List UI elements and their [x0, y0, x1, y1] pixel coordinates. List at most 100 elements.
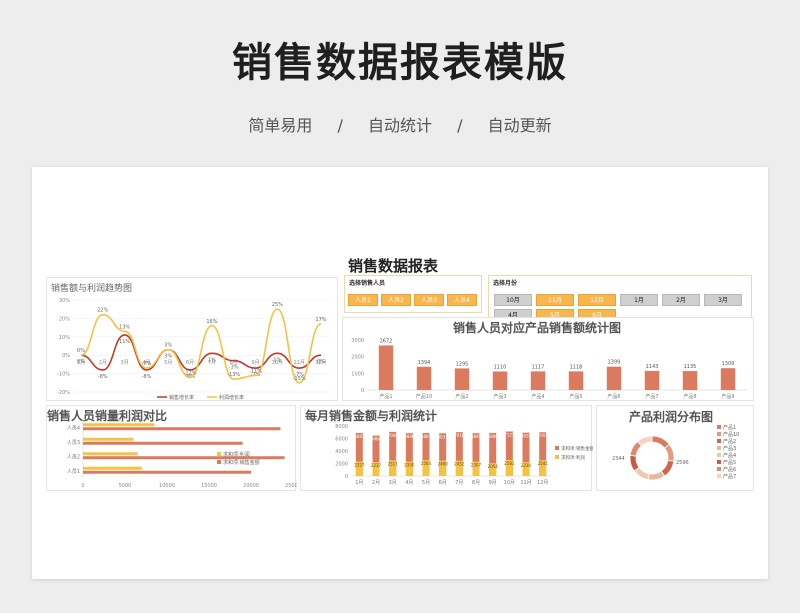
- legend-swatch: [217, 460, 221, 464]
- data-label: 3%: [164, 343, 172, 349]
- data-label: 6886: [488, 434, 499, 439]
- donut-slice: [629, 454, 640, 472]
- data-label: 1309: [722, 361, 735, 367]
- data-label: 7016: [454, 433, 465, 438]
- data-label: 2054: [488, 464, 499, 469]
- x-tick-label: 15000: [201, 483, 217, 489]
- data-label: 0%: [77, 348, 85, 354]
- chip-person-1[interactable]: 人员1: [348, 294, 378, 306]
- y-tick-label: 30%: [59, 298, 70, 304]
- tag-sep: /: [457, 116, 463, 135]
- y-tick-label: 人员3: [67, 440, 80, 446]
- series-line-2: [80, 308, 322, 384]
- chip-month-2[interactable]: 2月: [662, 294, 700, 306]
- data-label: 1118: [570, 364, 583, 370]
- legend-swatch: [555, 455, 559, 459]
- x-tick-label: 3月: [389, 480, 397, 486]
- data-label: 13%: [119, 324, 130, 330]
- x-tick-label: 4月: [405, 480, 413, 486]
- legend-swatch: [217, 452, 221, 456]
- trend-chart: 30%20%10%0%-10%-20%1月 2月 3月 4月 5月 6月 7月 8月 9月 10月…: [57, 298, 329, 401]
- x-tick-label: 5000: [119, 483, 132, 489]
- data-label: 1399: [608, 360, 621, 366]
- bar: [568, 371, 584, 390]
- chip-person-3[interactable]: 人员3: [414, 294, 444, 306]
- chip-month-3[interactable]: 3月: [704, 294, 742, 306]
- data-label: -11%: [249, 368, 262, 374]
- x-tick-label: 8月: [472, 480, 480, 486]
- y-tick-label: 0: [361, 388, 364, 394]
- bar: [83, 441, 243, 445]
- legend-label: 销售增长率: [169, 394, 194, 401]
- person-compare-title: 销售人员销量利润对比: [47, 409, 168, 423]
- tag-sep: /: [337, 116, 343, 135]
- data-label: 2452: [454, 462, 465, 467]
- y-tick-label: 人员4: [67, 425, 80, 431]
- x-tick-label: 12月: [537, 480, 548, 486]
- chip-month-11[interactable]: 11月: [536, 294, 574, 306]
- page-title: 销售数据报表模版: [232, 40, 568, 86]
- profit-dist-title: 产品利润分布图: [629, 410, 714, 424]
- data-label: -8%: [142, 374, 152, 380]
- chip-person-4[interactable]: 人员4: [447, 294, 477, 306]
- x-tick-label: 6月: [186, 360, 194, 366]
- data-label: 2490: [438, 461, 449, 466]
- legend-swatch: [717, 460, 721, 464]
- legend-swatch: [717, 446, 721, 450]
- data-label: 1143: [646, 364, 659, 370]
- data-label: 7001: [538, 433, 549, 438]
- data-label: -12%: [184, 370, 197, 376]
- data-label: 1%: [273, 357, 281, 363]
- trend-chart-panel: 销售额与利润趋势图 30% 20% 10% 0% -10% -20% 1月 2月 3月 4月 5月 6…: [46, 277, 338, 401]
- bar: [83, 427, 281, 431]
- data-label: 6935: [521, 434, 532, 439]
- data-label: 2541: [538, 461, 549, 466]
- donut-slice: [664, 443, 675, 462]
- chip-month-1[interactable]: 1月: [620, 294, 658, 306]
- product-sales-panel: 销售人员对应产品销售额统计图 3000 2000 1000 0 2672 产品1 1394 产…: [342, 317, 754, 401]
- data-label: 0%: [77, 359, 85, 365]
- bar: [644, 370, 660, 390]
- data-label: 1%: [208, 357, 216, 363]
- data-label: 6881: [421, 434, 432, 439]
- data-label: 2237: [371, 463, 382, 468]
- data-label: 1110: [494, 365, 507, 371]
- legend-label: 产品6: [723, 466, 736, 473]
- y-tick-label: 2000: [335, 462, 348, 468]
- bar: [606, 366, 622, 390]
- x-tick-label: 5月: [164, 360, 172, 366]
- product-sales-title: 销售人员对应产品销售额统计图: [453, 321, 622, 335]
- x-tick-label: 产品3: [493, 393, 506, 400]
- data-label: 0%: [317, 359, 325, 365]
- data-label: -15%: [293, 376, 306, 382]
- bar: [83, 452, 138, 456]
- y-tick-label: -20%: [57, 390, 70, 396]
- legend-swatch: [717, 467, 721, 471]
- report-title: 销售数据报表: [348, 257, 439, 275]
- chip-month-12[interactable]: 12月: [578, 294, 616, 306]
- salesperson-selector: 选择销售人员 人员1 人员2 人员3 人员4: [344, 275, 482, 313]
- y-tick-label: 0: [345, 474, 348, 480]
- data-label: 1117: [532, 364, 545, 370]
- data-label: 7060: [388, 433, 399, 438]
- data-label: 16%: [206, 319, 217, 325]
- legend-swatch: [717, 453, 721, 457]
- bar: [682, 371, 698, 390]
- x-tick-label: 产品1: [379, 393, 392, 400]
- data-label: 7121: [504, 432, 515, 437]
- data-label: 2327: [354, 462, 365, 467]
- data-label: 6881: [354, 434, 365, 439]
- x-tick-label: 产品10: [416, 393, 432, 400]
- x-tick-label: 0: [81, 483, 84, 489]
- monthly-title: 每月销售金额与利润统计: [305, 409, 438, 423]
- y-tick-label: 0%: [62, 353, 70, 359]
- legend-label: 产品3: [723, 445, 736, 452]
- x-tick-label: 2月: [372, 480, 380, 486]
- data-label: 2330: [404, 462, 415, 467]
- report-sheet: 销售数据报表 销售额与利润趋势图 30% 20% 10% 0% -10% -20% 1月 2月…: [32, 167, 768, 579]
- legend-label: 求和项:利润: [223, 451, 250, 458]
- chip-person-2[interactable]: 人员2: [381, 294, 411, 306]
- chip-month-10[interactable]: 10月: [494, 294, 532, 306]
- bar: [83, 466, 142, 470]
- x-tick-label: 11月: [293, 360, 304, 366]
